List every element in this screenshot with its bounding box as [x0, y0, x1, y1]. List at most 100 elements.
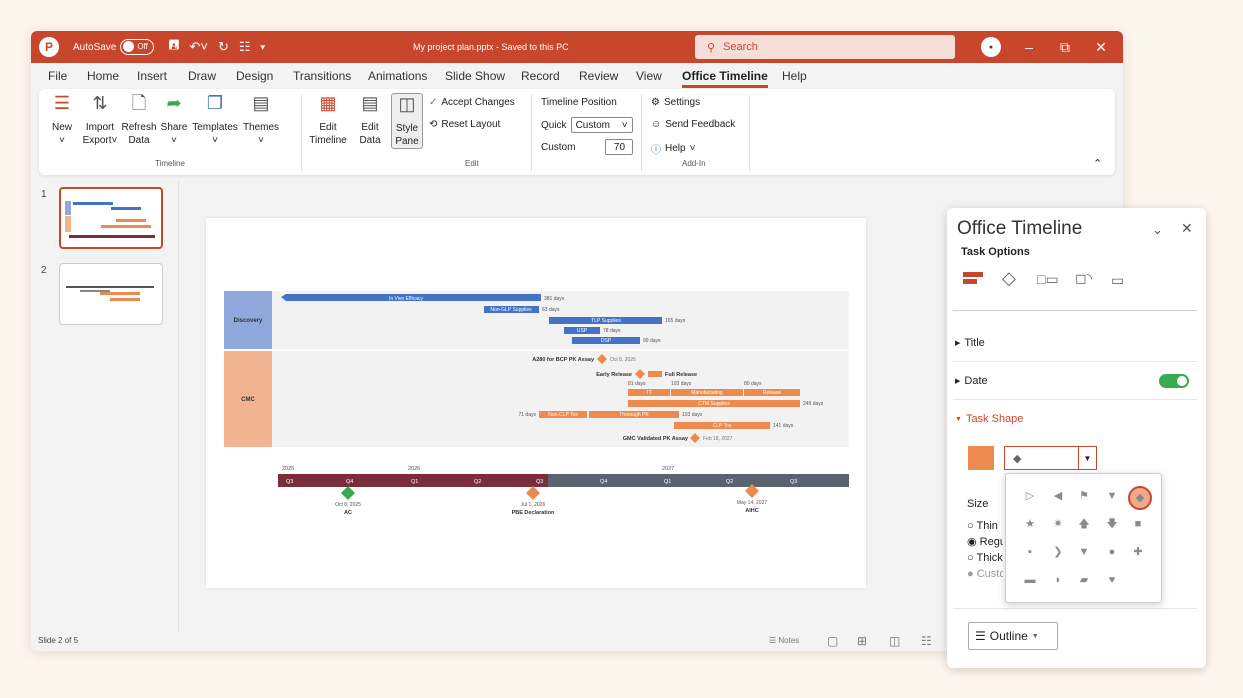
style-pane-button[interactable]: ◫ Style Pane — [391, 93, 423, 149]
notes-button[interactable]: ☰ Notes — [769, 636, 799, 645]
chevron-icon[interactable]: ❯ — [1048, 542, 1068, 562]
milestone-tab-icon[interactable]: ◇ — [1002, 268, 1016, 289]
task-tab-icon[interactable] — [963, 272, 985, 288]
themes-button[interactable]: ▤ Themes ˅ — [241, 94, 281, 147]
outline-icon: ☰ — [975, 629, 986, 643]
diamond-icon[interactable]: ◆ — [1128, 486, 1152, 510]
tab-transitions[interactable]: Transitions — [293, 69, 351, 83]
share-button[interactable]: ➦ Share ˅ — [159, 94, 189, 147]
save-icon[interactable]: 🖪 — [168, 36, 179, 58]
new-button[interactable]: ☰ New ˅ — [47, 94, 77, 147]
collapse-ribbon-icon[interactable]: ⌃ — [1093, 157, 1102, 170]
flag-icon[interactable]: ⚑ — [1074, 486, 1094, 506]
present-icon[interactable]: ☷ — [239, 39, 251, 55]
edit-timeline-button[interactable]: ▦ Edit Timeline — [307, 94, 349, 147]
search-box[interactable]: ⚲ Search — [695, 35, 955, 59]
refresh-icon: 🗋 — [131, 93, 147, 113]
bar-thorough: Thorough PK — [619, 412, 649, 418]
tab-record[interactable]: Record — [521, 69, 560, 83]
avatar[interactable]: ● — [981, 37, 1001, 57]
outline-dropdown[interactable]: ☰ Outline ▼ — [968, 622, 1058, 650]
comments-icon[interactable]: ▢ — [827, 634, 838, 648]
tab-insert[interactable]: Insert — [137, 69, 167, 83]
refresh-data-button[interactable]: 🗋 Refresh Data — [121, 93, 157, 147]
dependency-tab-icon[interactable]: ◻◝ — [1075, 270, 1092, 287]
redo-icon[interactable]: ↻ — [218, 39, 229, 55]
grid-view-icon[interactable]: ⊞ — [857, 634, 867, 648]
quick-select[interactable]: Custom ˅ — [570, 117, 633, 133]
star-icon[interactable]: ★ — [1020, 514, 1040, 534]
close-pane-icon[interactable]: ✕ — [1181, 220, 1193, 237]
tab-help[interactable]: Help — [782, 69, 807, 83]
tab-file[interactable]: File — [48, 69, 67, 83]
title-section[interactable]: ▶ Title — [953, 324, 1197, 362]
square-icon[interactable]: ■ — [1128, 514, 1148, 534]
autosave-toggle[interactable]: Off — [120, 39, 155, 55]
ribbon: ☰ New ˅ ⇅ Import Export˅ 🗋 Refresh Data ➦ Share… — [39, 89, 1115, 175]
reading-view-icon[interactable]: ◫ — [889, 634, 900, 648]
triangle-down-icon[interactable]: ▼ — [1102, 486, 1122, 506]
settings-button[interactable]: ⚙ Settings — [651, 97, 700, 108]
undo-icon[interactable]: ↶˅ — [189, 39, 207, 55]
import-export-button[interactable]: ⇅ Import Export˅ — [79, 94, 121, 147]
leaf-icon[interactable]: ◗ — [1048, 570, 1068, 590]
autosave-label: AutoSave — [73, 41, 117, 53]
size-thick-radio[interactable]: ○ Thick — [967, 550, 1003, 566]
flag-right-icon[interactable]: ▷ — [1020, 486, 1040, 506]
tab-view[interactable]: View — [636, 69, 662, 83]
tab-home[interactable]: Home — [87, 69, 119, 83]
edit-data-button[interactable]: ▤ Edit Data — [353, 94, 387, 147]
slide-thumbnail-1[interactable] — [59, 187, 163, 249]
circle-icon[interactable]: ● — [1102, 542, 1122, 562]
bar-label: 165 days — [665, 318, 686, 324]
slide-thumbnail-2[interactable] — [59, 263, 163, 325]
bar-clp: CLP Tox — [713, 423, 732, 429]
smiley-icon: ☺ — [651, 119, 662, 130]
funnel-icon[interactable]: ▼ — [1074, 542, 1094, 562]
date-section[interactable]: ▶ Date — [953, 362, 1197, 400]
size-custom-radio[interactable]: ● Custom — [967, 566, 1003, 582]
accept-changes-button[interactable]: ✓ Accept Changes — [429, 97, 515, 108]
rounded-shape-icon[interactable]: ▬ — [1020, 570, 1040, 590]
flag-left-icon[interactable]: ◀ — [1048, 486, 1068, 506]
tab-review[interactable]: Review — [579, 69, 618, 83]
shape-color-swatch[interactable] — [968, 446, 994, 470]
date-toggle[interactable] — [1159, 374, 1189, 388]
title-bar: P AutoSave Off 🖪 ↶˅ ↻ ☷ ▾ My project pla… — [31, 31, 1123, 63]
reset-layout-button[interactable]: ⟲ Reset Layout — [429, 119, 500, 130]
templates-button[interactable]: ❐ Templates ˅ — [191, 94, 239, 147]
tab-slide-show[interactable]: Slide Show — [445, 69, 505, 83]
milestone-a280: A280 for BCP PK Assay — [532, 357, 595, 363]
swimlane-tab-icon[interactable]: □▭ — [1037, 271, 1059, 288]
pane-options-icon[interactable]: ⌄ — [1152, 222, 1163, 238]
customize-toolbar-icon[interactable]: ▾ — [261, 42, 266, 53]
tab-animations[interactable]: Animations — [368, 69, 427, 83]
slide-canvas[interactable]: Discovery CMC In Vivo Efficacy 381 days … — [206, 218, 866, 588]
restore-icon[interactable]: ⧉ — [1047, 31, 1083, 63]
tab-draw[interactable]: Draw — [188, 69, 216, 83]
plus-icon[interactable]: ✚ — [1128, 542, 1148, 562]
quarter-label: Q1 — [411, 479, 418, 485]
custom-input[interactable]: 70 — [605, 139, 634, 155]
bar-non-glp: Non-GLP Supplies — [490, 307, 532, 313]
help-button[interactable]: ⓘ Help ˅ — [651, 141, 695, 156]
timescale-tab-icon[interactable]: ▭ — [1111, 272, 1124, 289]
tab-design[interactable]: Design — [236, 69, 273, 83]
size-regular-radio[interactable]: ◉ Regular — [967, 534, 1003, 550]
arrow-up-icon[interactable]: 🡅 — [1074, 514, 1094, 534]
close-icon[interactable]: ✕ — [1083, 31, 1119, 63]
heart-icon[interactable]: ♥ — [1102, 570, 1122, 590]
size-thin-radio[interactable]: ○ Thin — [967, 518, 1003, 534]
parallelogram-icon[interactable]: ▰ — [1074, 570, 1094, 590]
small-square-icon[interactable]: ▪ — [1020, 542, 1040, 562]
presenter-view-icon[interactable]: ☷ — [921, 634, 932, 648]
send-feedback-button[interactable]: ☺ Send Feedback — [651, 119, 735, 130]
tab-office-timeline[interactable]: Office Timeline — [682, 69, 768, 88]
shape-dropdown[interactable]: ◆ ▼ — [1004, 446, 1097, 470]
arrow-down-icon[interactable]: 🡇 — [1102, 514, 1122, 534]
bar-label: 141 days — [773, 423, 794, 429]
minimize-icon[interactable]: – — [1011, 31, 1047, 63]
shape-picker: ▷ ◀ ⚑ ▼ ◆ ★ ✷ 🡅 🡇 ■ ▪ ❯ ▼ ● ✚ ▬ ◗ ▰ ♥ — [1005, 473, 1162, 603]
starburst-icon[interactable]: ✷ — [1048, 514, 1068, 534]
task-shape-section[interactable]: ▼ Task Shape — [953, 400, 1197, 438]
